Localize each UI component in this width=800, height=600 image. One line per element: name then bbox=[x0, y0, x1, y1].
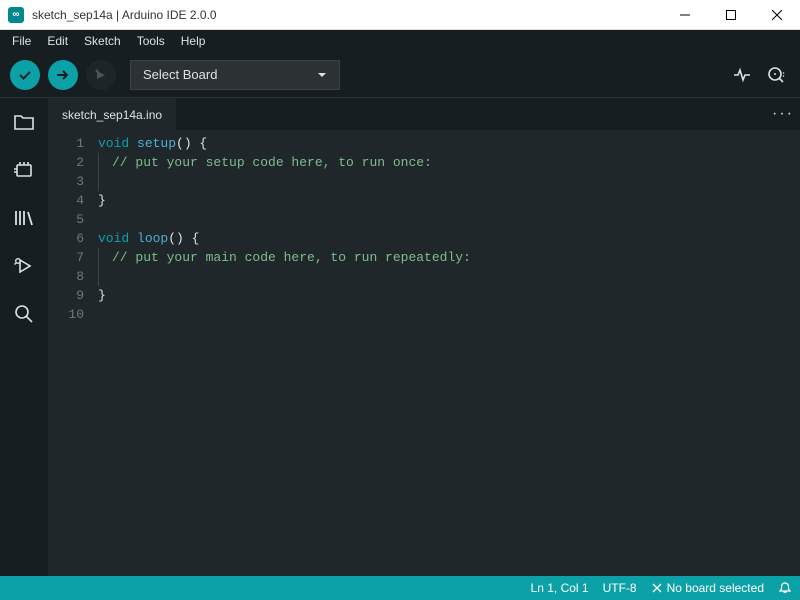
arrow-right-icon bbox=[55, 67, 71, 83]
code-line[interactable] bbox=[98, 267, 800, 286]
code-line[interactable] bbox=[98, 172, 800, 191]
board-selector[interactable]: Select Board bbox=[130, 60, 340, 90]
search-icon bbox=[12, 302, 36, 326]
board-icon bbox=[12, 158, 36, 182]
code-line[interactable] bbox=[98, 305, 800, 324]
menu-help[interactable]: Help bbox=[173, 32, 214, 50]
code-line[interactable]: } bbox=[98, 286, 800, 305]
editor-more-button[interactable]: ··· bbox=[766, 98, 800, 130]
close-x-icon bbox=[651, 582, 663, 594]
line-gutter: 12345678910 bbox=[48, 130, 98, 576]
code-line[interactable]: void setup() { bbox=[98, 134, 800, 153]
editor-area: sketch_sep14a.ino ··· 12345678910 void s… bbox=[48, 98, 800, 576]
menubar: File Edit Sketch Tools Help bbox=[0, 30, 800, 52]
search-button[interactable] bbox=[10, 300, 38, 328]
chevron-down-icon bbox=[317, 70, 327, 80]
activity-bar bbox=[0, 98, 48, 576]
menu-edit[interactable]: Edit bbox=[39, 32, 76, 50]
code-editor[interactable]: 12345678910 void setup() {// put your se… bbox=[48, 130, 800, 576]
verify-button[interactable] bbox=[10, 60, 40, 90]
upload-button[interactable] bbox=[48, 60, 78, 90]
code-line[interactable]: void loop() { bbox=[98, 229, 800, 248]
window-title: sketch_sep14a | Arduino IDE 2.0.0 bbox=[32, 8, 662, 22]
status-bar: Ln 1, Col 1 UTF-8 No board selected bbox=[0, 576, 800, 600]
folder-icon bbox=[12, 110, 36, 134]
status-encoding[interactable]: UTF-8 bbox=[603, 581, 637, 595]
close-button[interactable] bbox=[754, 0, 800, 30]
debug-icon bbox=[93, 67, 109, 83]
status-cursor-position[interactable]: Ln 1, Col 1 bbox=[531, 581, 589, 595]
minimize-button[interactable] bbox=[662, 0, 708, 30]
menu-sketch[interactable]: Sketch bbox=[76, 32, 129, 50]
code-line[interactable] bbox=[98, 210, 800, 229]
board-selector-label: Select Board bbox=[143, 67, 217, 82]
code-content[interactable]: void setup() {// put your setup code her… bbox=[98, 130, 800, 576]
debug-panel-button[interactable] bbox=[10, 252, 38, 280]
pulse-icon bbox=[732, 65, 752, 85]
code-line[interactable]: // put your main code here, to run repea… bbox=[98, 248, 800, 267]
status-board-text: No board selected bbox=[667, 581, 764, 595]
checkmark-icon bbox=[17, 67, 33, 83]
bell-icon bbox=[778, 581, 792, 595]
editor-tab-active[interactable]: sketch_sep14a.ino bbox=[48, 98, 176, 130]
code-line[interactable]: // put your setup code here, to run once… bbox=[98, 153, 800, 172]
library-icon bbox=[12, 206, 36, 230]
debug-button[interactable] bbox=[86, 60, 116, 90]
status-notifications[interactable] bbox=[778, 581, 792, 595]
menu-file[interactable]: File bbox=[4, 32, 39, 50]
toolbar: Select Board bbox=[0, 52, 800, 98]
sketchbook-button[interactable] bbox=[10, 108, 38, 136]
menu-tools[interactable]: Tools bbox=[129, 32, 173, 50]
maximize-button[interactable] bbox=[708, 0, 754, 30]
serial-monitor-button[interactable] bbox=[766, 65, 786, 85]
status-board[interactable]: No board selected bbox=[651, 581, 764, 595]
magnifier-dots-icon bbox=[766, 65, 786, 85]
app-icon: ∞ bbox=[8, 7, 24, 23]
boards-manager-button[interactable] bbox=[10, 156, 38, 184]
window-titlebar: ∞ sketch_sep14a | Arduino IDE 2.0.0 bbox=[0, 0, 800, 30]
code-line[interactable]: } bbox=[98, 191, 800, 210]
debug-play-icon bbox=[12, 254, 36, 278]
editor-tabs: sketch_sep14a.ino ··· bbox=[48, 98, 800, 130]
library-manager-button[interactable] bbox=[10, 204, 38, 232]
serial-plotter-button[interactable] bbox=[732, 65, 752, 85]
